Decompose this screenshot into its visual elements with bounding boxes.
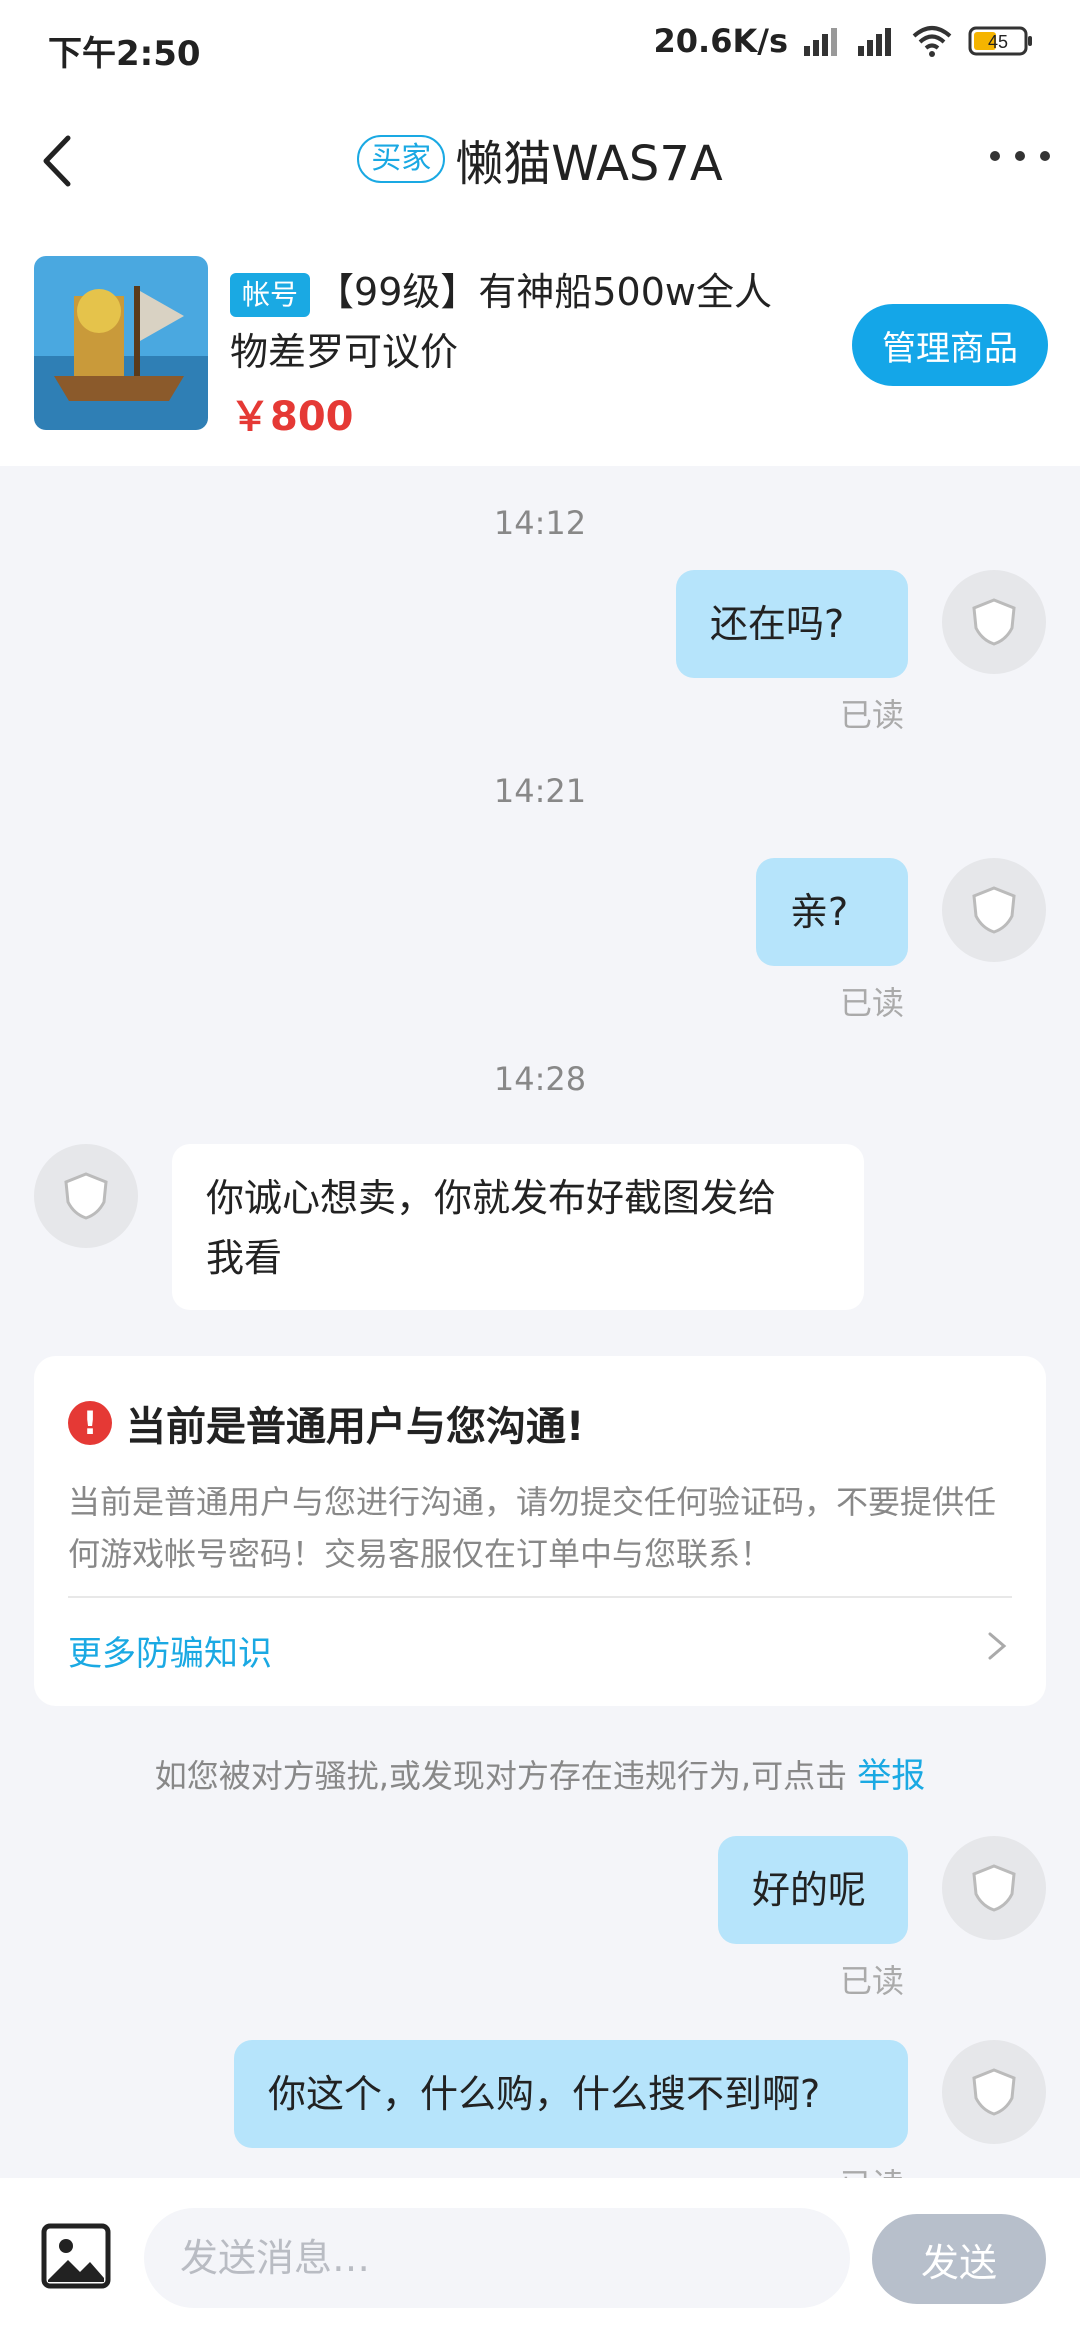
read-status: 已读 — [840, 1962, 905, 2000]
my-avatar[interactable] — [942, 1836, 1046, 1940]
notice-body: 当前是普通用户与您进行沟通，请勿提交任何验证码，不要提供任何游戏帐号密码！交易客… — [68, 1483, 997, 1573]
notice-title: ! 当前是普通用户与您沟通! — [68, 1394, 584, 1452]
read-status: 已读 — [840, 2160, 904, 2178]
dot-icon — [1015, 151, 1025, 161]
chat-area[interactable]: 14:12 还在吗? 已读 14:21 亲? 已读 14:28 你诚心想卖，你就… — [0, 466, 1080, 2178]
chevron-right-icon[interactable] — [982, 1626, 1012, 1666]
shield-icon — [972, 886, 1016, 934]
product-title-line2: 物差罗可议价 — [230, 330, 459, 374]
title-wrap: 买家 懒猫WAS7A — [0, 124, 1080, 194]
report-hint: 如您被对方骚扰,或发现对方存在违规行为,可点击 举报 — [0, 1748, 1080, 1797]
image-icon — [41, 2223, 111, 2289]
battery-level: 45 — [988, 32, 1008, 52]
my-avatar[interactable] — [942, 570, 1046, 674]
signal-icon — [802, 24, 842, 58]
image-button[interactable] — [40, 2220, 112, 2292]
product-info: 帐号 【99级】有神船500w全人 物差罗可议价 ￥800 — [230, 262, 790, 442]
my-message-bubble[interactable]: 亲? — [756, 858, 908, 966]
chat-header: 买家 懒猫WAS7A — [0, 96, 1080, 226]
network-speed: 20.6K/s — [653, 22, 788, 60]
safety-notice-card: ! 当前是普通用户与您沟通! 当前是普通用户与您进行沟通，请勿提交任何验证码，不… — [34, 1356, 1046, 1706]
battery-icon: 45 — [968, 24, 1034, 58]
anti-fraud-link[interactable]: 更多防骗知识 — [68, 1626, 272, 1675]
send-button[interactable]: 发送 — [872, 2214, 1046, 2304]
warning-icon: ! — [68, 1401, 112, 1445]
signal-icon-2 — [856, 24, 896, 58]
status-time: 下午2:50 — [48, 34, 201, 74]
my-message-bubble[interactable]: 还在吗? — [676, 570, 908, 678]
wifi-icon — [910, 24, 954, 58]
manage-product-button[interactable]: 管理商品 — [852, 304, 1048, 386]
my-avatar[interactable] — [942, 2040, 1046, 2144]
message-text-line2: 我看 — [206, 1236, 283, 1280]
type-badge: 帐号 — [230, 272, 311, 317]
product-title-line1: 帐号 【99级】有神船500w全人 — [230, 262, 790, 322]
report-link[interactable]: 举报 — [857, 1756, 925, 1796]
shield-icon — [972, 598, 1016, 646]
shield-icon — [64, 1172, 108, 1220]
read-status: 已读 — [840, 696, 905, 734]
read-status: 已读 — [840, 984, 905, 1022]
my-message-bubble[interactable]: 你这个，什么购，什么搜不到啊? — [234, 2040, 908, 2148]
message-timestamp: 14:28 — [493, 1060, 587, 1098]
message-text-line1: 你诚心想卖，你就发布好截图发给 — [206, 1176, 777, 1220]
product-thumbnail — [34, 256, 208, 430]
other-avatar[interactable] — [34, 1144, 138, 1248]
report-hint-text: 如您被对方骚扰,或发现对方存在违规行为,可点击 — [154, 1757, 858, 1795]
other-message-bubble[interactable]: 你诚心想卖，你就发布好截图发给 我看 — [172, 1144, 864, 1310]
message-timestamp: 14:21 — [493, 772, 587, 810]
dot-icon — [1040, 151, 1050, 161]
chat-title: 懒猫WAS7A — [455, 136, 723, 192]
shield-icon — [972, 1864, 1016, 1912]
status-icons: 20.6K/s 45 — [654, 22, 1034, 60]
my-avatar[interactable] — [942, 858, 1046, 962]
message-input[interactable] — [144, 2208, 850, 2308]
notice-title-text: 当前是普通用户与您沟通! — [126, 1404, 585, 1450]
role-badge: 买家 — [357, 135, 446, 183]
message-timestamp: 14:12 — [493, 504, 587, 542]
divider — [68, 1596, 1012, 1598]
dot-icon — [990, 151, 1000, 161]
my-message-bubble[interactable]: 好的呢 — [718, 1836, 908, 1944]
status-bar: 下午2:50 20.6K/s 45 — [0, 0, 1080, 96]
shield-icon — [972, 2068, 1016, 2116]
more-options-button[interactable] — [990, 136, 1050, 176]
input-bar: 发送 — [0, 2178, 1080, 2340]
product-title-text: 【99级】有神船500w全人 — [316, 270, 772, 314]
product-card[interactable]: 帐号 【99级】有神船500w全人 物差罗可议价 ￥800 管理商品 — [0, 226, 1080, 466]
product-price: ￥800 — [230, 394, 354, 440]
